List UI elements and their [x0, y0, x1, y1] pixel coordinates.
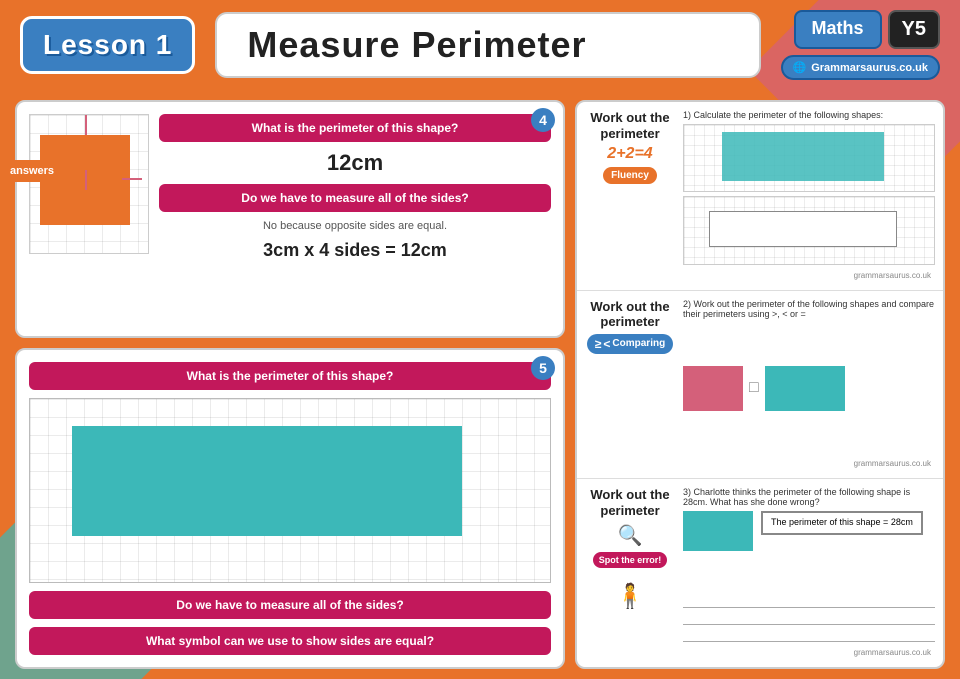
ws-grammarsaurus-3: grammarsaurus.co.uk [683, 646, 935, 659]
slide-4-content: What is the perimeter of this shape? 12c… [159, 114, 551, 324]
tick-v-2 [85, 115, 87, 135]
main-content: 4 What is the perimeter of this shape? 1… [0, 90, 960, 679]
ws-section-3-title: Work out the perimeter [585, 487, 675, 518]
ws-teal-shape-1a [722, 132, 885, 182]
ws-section-3-left: Work out the perimeter 🔍 Spot the error!… [585, 487, 675, 659]
grammarsaurus-badge[interactable]: 🌐 Grammarsaurus.co.uk [781, 55, 940, 80]
ws-section-1: Work out the perimeter 2+2=4 Fluency 1) … [577, 102, 943, 291]
ws-section-2: Work out the perimeter ≥ < Comparing 2) … [577, 291, 943, 480]
ws-section-3-instruction: 3) Charlotte thinks the perimeter of the… [683, 487, 935, 507]
worksheet-area: Work out the perimeter 2+2=4 Fluency 1) … [575, 100, 945, 669]
ws-shape-1b [683, 196, 935, 264]
slide-5: 5 What is the perimeter of this shape? D… [15, 348, 565, 669]
ws-section-1-right: 1) Calculate the perimeter of the follow… [683, 110, 935, 282]
slide-5-question1: What is the perimeter of this shape? [29, 362, 551, 390]
slide-5-question3: What symbol can we use to show sides are… [29, 627, 551, 655]
ws-line-3 [683, 628, 935, 642]
ws-grid-area-1 [683, 124, 935, 265]
magnify-icon: 🔍 [618, 523, 643, 548]
ws-line-1 [683, 594, 935, 608]
compare-lt: < [603, 337, 610, 351]
ws-section-3: Work out the perimeter 🔍 Spot the error!… [577, 479, 943, 667]
ws-section-1-title: Work out the perimeter [585, 110, 675, 141]
ws-spot-teal-rect [683, 511, 753, 551]
lesson-badge: Lesson 1 [20, 16, 195, 74]
header: Lesson 1 Measure Perimeter Maths Y5 🌐 Gr… [0, 0, 960, 90]
slide-4-grid-area [29, 114, 149, 324]
fluency-label: Fluency [611, 170, 649, 181]
ws-section-3-right: 3) Charlotte thinks the perimeter of the… [683, 487, 935, 659]
ws-spot-box: The perimeter of this shape = 28cm [761, 511, 923, 535]
slide-4-question1: What is the perimeter of this shape? [159, 114, 551, 142]
slide-4-answer: 12cm [327, 150, 383, 176]
ws-section-1-instruction: 1) Calculate the perimeter of the follow… [683, 110, 935, 120]
fluency-badge: Fluency [603, 167, 657, 184]
grammarsaurus-icon: 🌐 [793, 61, 807, 74]
slide-4-equation: 3cm x 4 sides = 12cm [263, 240, 447, 261]
slide-4-number: 4 [531, 108, 555, 132]
slide-4: 4 What is the perimeter of this shape? 1… [15, 100, 565, 338]
slide-4-question2: Do we have to measure all of the sides? [159, 184, 551, 212]
title-box: Measure Perimeter [215, 12, 760, 78]
fluency-icon: 2+2=4 [607, 145, 652, 163]
page-title: Measure Perimeter [247, 24, 728, 66]
slides-area: 4 What is the perimeter of this shape? 1… [15, 100, 565, 669]
ws-section-2-instruction: 2) Work out the perimeter of the followi… [683, 299, 935, 319]
maths-badge: Maths [794, 10, 882, 49]
ws-section-2-title: Work out the perimeter [585, 299, 675, 330]
ws-section-2-left: Work out the perimeter ≥ < Comparing [585, 299, 675, 471]
comparing-badge: ≥ < Comparing [587, 334, 673, 354]
top-right-area: Maths Y5 🌐 Grammarsaurus.co.uk [781, 10, 940, 80]
comparing-label: Comparing [612, 338, 665, 349]
ws-line-2 [683, 611, 935, 625]
ws-compare-symbol: □ [749, 379, 759, 397]
teal-rectangle-large [72, 426, 462, 536]
ws-white-shape-1b [709, 211, 897, 247]
answers-button[interactable]: answers [0, 160, 64, 182]
ws-section-1-left: Work out the perimeter 2+2=4 Fluency [585, 110, 675, 282]
ws-teal-shape-med [765, 366, 845, 411]
ws-grammarsaurus-2: grammarsaurus.co.uk [683, 457, 935, 470]
tick-h-2 [122, 178, 142, 180]
ws-grammarsaurus-1: grammarsaurus.co.uk [683, 269, 935, 282]
compare-gt: ≥ [595, 337, 602, 351]
maths-year-row: Maths Y5 [794, 10, 940, 49]
ws-pink-shape [683, 366, 743, 411]
person-figure: 🧍 [616, 572, 644, 622]
ws-shapes-row-2: □ [683, 323, 935, 454]
ws-section-2-right: 2) Work out the perimeter of the followi… [683, 299, 935, 471]
spot-error-badge: Spot the error! [593, 552, 668, 568]
ws-shapes-row-3: The perimeter of this shape = 28cm [683, 511, 935, 574]
slide-5-grid [29, 398, 551, 583]
slide-4-explanation: No because opposite sides are equal. [263, 220, 447, 232]
slide-5-number: 5 [531, 356, 555, 380]
year-badge: Y5 [888, 10, 940, 49]
ws-lines-area [683, 579, 935, 642]
tick-v-1 [85, 170, 87, 190]
grammarsaurus-label: Grammarsaurus.co.uk [811, 62, 928, 74]
slide-5-question2: Do we have to measure all of the sides? [29, 591, 551, 619]
grid-container [29, 114, 149, 254]
ws-shape-1a [683, 124, 935, 192]
